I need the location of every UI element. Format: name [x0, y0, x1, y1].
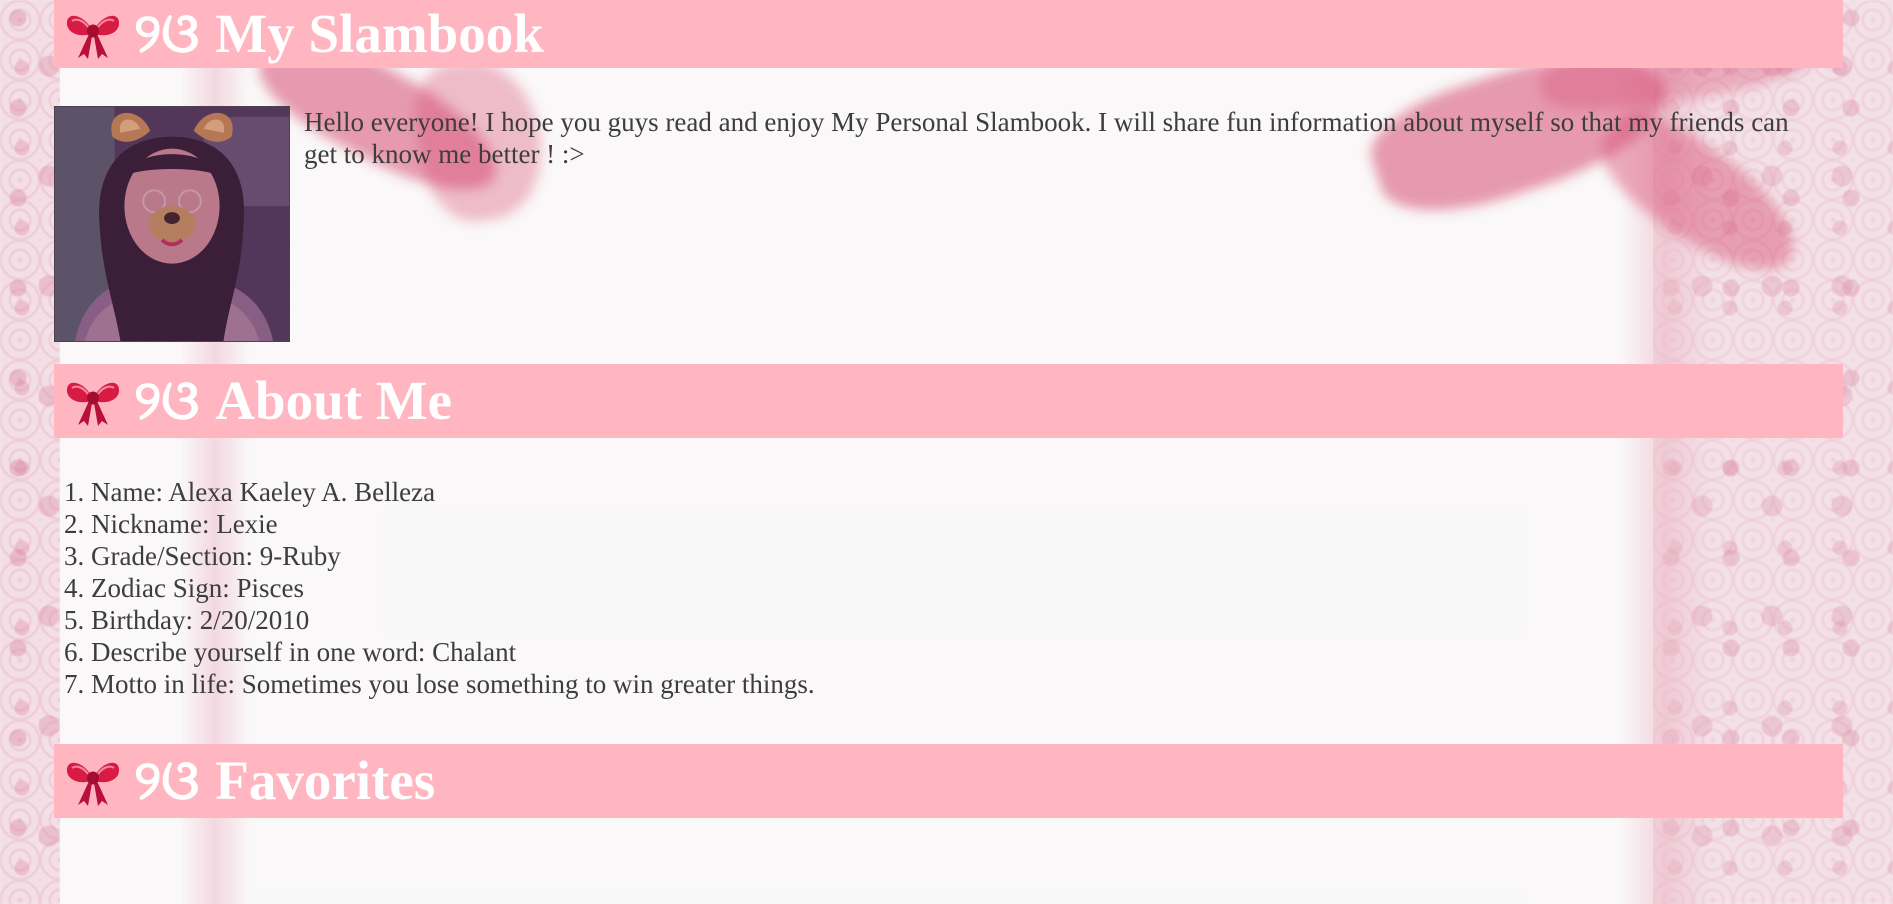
profile-photo-image: [55, 107, 289, 341]
heading-decoration: ୨ଓ: [134, 750, 200, 811]
page-title: ୨ଓ My Slambook: [134, 0, 544, 68]
section-header-slambook: ୨ଓ My Slambook: [54, 0, 1843, 68]
intro-text: Hello everyone! I hope you guys read and…: [304, 107, 1789, 169]
section-title-about: ୨ଓ About Me: [134, 364, 452, 438]
ribbon-bow-icon: [66, 15, 120, 59]
about-me-list: 1. Name: Alexa Kaeley A. Belleza 2. Nick…: [64, 476, 1843, 744]
heading-decoration: ୨ଓ: [134, 3, 200, 64]
about-item-birthday: 5. Birthday: 2/20/2010: [64, 605, 310, 635]
page-content: ୨ଓ My Slambook Hello everyone! I hope yo…: [54, 0, 1843, 818]
section-title-favorites: ୨ଓ Favorites: [134, 744, 435, 818]
about-item-motto: 7. Motto in life: Sometimes you lose som…: [64, 669, 815, 699]
about-item-nickname: 2. Nickname: Lexie: [64, 509, 278, 539]
section-header-about: ୨ଓ About Me: [54, 364, 1843, 438]
ribbon-bow-icon: [66, 382, 120, 426]
about-item-name: 1. Name: Alexa Kaeley A. Belleza: [64, 477, 436, 507]
about-item-zodiac-sign: 4. Zodiac Sign: Pisces: [64, 573, 304, 603]
heading-label: About Me: [215, 370, 453, 431]
intro-row: Hello everyone! I hope you guys read and…: [54, 106, 1843, 344]
heading-label: My Slambook: [215, 3, 544, 64]
ribbon-bow-icon: [66, 762, 120, 806]
profile-photo: [54, 106, 290, 342]
heading-label: Favorites: [215, 750, 436, 811]
lace-border-left: [0, 0, 60, 904]
heading-decoration: ୨ଓ: [134, 370, 200, 431]
about-item-one-word: 6. Describe yourself in one word: Chalan…: [64, 637, 517, 667]
section-header-favorites: ୨ଓ Favorites: [54, 744, 1843, 818]
about-item-grade-section: 3. Grade/Section: 9-Ruby: [64, 541, 341, 571]
